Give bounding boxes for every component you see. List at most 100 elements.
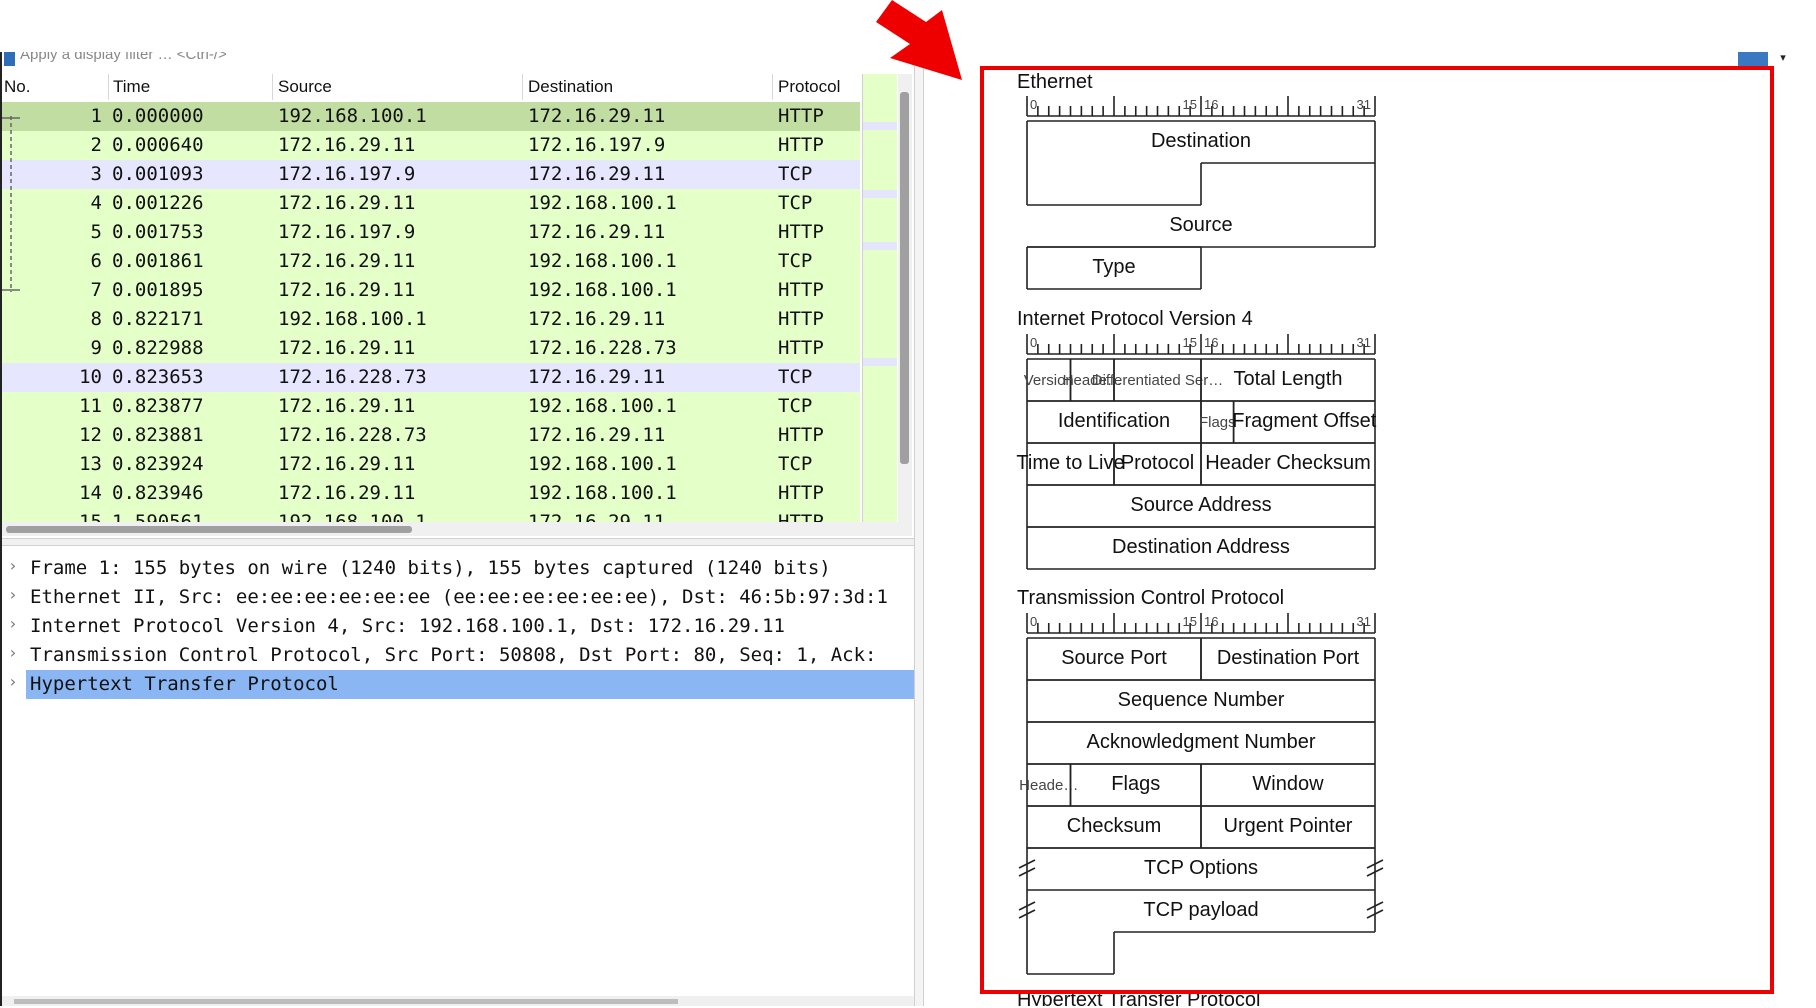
packet-destination: 192.168.100.1 — [528, 453, 677, 475]
packet-protocol: TCP — [778, 453, 813, 475]
packet-source: 192.168.100.1 — [278, 105, 427, 127]
packet-source: 172.16.29.11 — [278, 337, 416, 359]
packet-protocol: HTTP — [778, 279, 824, 301]
packet-time: 0.001226 — [112, 192, 204, 214]
packet-protocol: HTTP — [778, 482, 824, 504]
packet-source: 172.16.228.73 — [278, 366, 427, 388]
table-row[interactable]: 7 0.001895 172.16.29.11 192.168.100.1 HTTP — [2, 276, 860, 305]
chevron-right-icon[interactable]: › — [8, 672, 18, 691]
table-row[interactable]: 1 0.000000 192.168.100.1 172.16.29.11 HTTP — [2, 102, 860, 131]
packet-no: 13 — [79, 453, 102, 475]
packet-destination: 172.16.29.11 — [528, 366, 666, 388]
packet-source: 172.16.228.73 — [278, 424, 427, 446]
packet-time: 1.590561 — [112, 511, 204, 522]
packet-details-tree[interactable]: › Frame 1: 155 bytes on wire (1240 bits),… — [2, 548, 914, 998]
packet-time: 0.001753 — [112, 221, 204, 243]
packet-protocol: TCP — [778, 192, 813, 214]
tree-item-label: Internet Protocol Version 4, Src: 192.16… — [30, 615, 785, 637]
packet-no: 9 — [90, 337, 102, 359]
chevron-down-icon[interactable]: ▾ — [1776, 52, 1790, 66]
packet-destination: 192.168.100.1 — [528, 192, 677, 214]
packet-destination: 172.16.29.11 — [528, 511, 666, 522]
packet-protocol: TCP — [778, 163, 813, 185]
column-no[interactable]: No. — [4, 77, 30, 97]
packet-list-minimap[interactable] — [862, 74, 897, 522]
highlight-box — [980, 66, 1774, 994]
table-row[interactable]: 11 0.823877 172.16.29.11 192.168.100.1 TCP — [2, 392, 860, 421]
packet-protocol: TCP — [778, 395, 813, 417]
table-row[interactable]: 4 0.001226 172.16.29.11 192.168.100.1 TCP — [2, 189, 860, 218]
packet-list-header: No. Time Source Destination Protocol — [2, 72, 872, 102]
packet-no: 14 — [79, 482, 102, 504]
table-row[interactable]: 12 0.823881 172.16.228.73 172.16.29.11 HTTP — [2, 421, 860, 450]
table-row[interactable]: 9 0.822988 172.16.29.11 172.16.228.73 HTTP — [2, 334, 860, 363]
packet-no: 10 — [79, 366, 102, 388]
table-row[interactable]: 13 0.823924 172.16.29.11 192.168.100.1 TCP — [2, 450, 860, 479]
packet-destination: 172.16.197.9 — [528, 134, 666, 156]
packet-destination: 172.16.228.73 — [528, 337, 677, 359]
pane-splitter-vertical[interactable] — [914, 66, 924, 1006]
table-row[interactable]: 6 0.001861 172.16.29.11 192.168.100.1 TCP — [2, 247, 860, 276]
display-filter-input[interactable]: Apply a display filter … <Ctrl-/> — [20, 52, 227, 63]
tree-item[interactable]: › Internet Protocol Version 4, Src: 192.1… — [2, 612, 914, 641]
chevron-right-icon[interactable]: › — [8, 585, 18, 604]
table-row[interactable]: 10 0.823653 172.16.228.73 172.16.29.11 TCP — [2, 363, 860, 392]
column-destination[interactable]: Destination — [528, 77, 613, 97]
packet-destination: 192.168.100.1 — [528, 395, 677, 417]
packet-source: 172.16.29.11 — [278, 453, 416, 475]
column-protocol[interactable]: Protocol — [778, 77, 840, 97]
packet-time: 0.822171 — [112, 308, 204, 330]
table-row[interactable]: 3 0.001093 172.16.197.9 172.16.29.11 TCP — [2, 160, 860, 189]
table-row[interactable]: 15 1.590561 192.168.100.1 172.16.29.11 HTTP — [2, 508, 860, 522]
table-row[interactable]: 14 0.823946 172.16.29.11 192.168.100.1 HTTP — [2, 479, 860, 508]
packet-time: 0.001093 — [112, 163, 204, 185]
packet-destination: 172.16.29.11 — [528, 105, 666, 127]
packet-source: 172.16.29.11 — [278, 250, 416, 272]
packet-time: 0.823946 — [112, 482, 204, 504]
chevron-right-icon[interactable]: › — [8, 556, 18, 575]
packet-destination: 192.168.100.1 — [528, 482, 677, 504]
packet-time: 0.822988 — [112, 337, 204, 359]
pane-splitter-horizontal[interactable] — [2, 538, 914, 546]
tree-item[interactable]: › Hypertext Transfer Protocol — [2, 670, 914, 699]
table-row[interactable]: 5 0.001753 172.16.197.9 172.16.29.11 HTTP — [2, 218, 860, 247]
packet-time: 0.001861 — [112, 250, 204, 272]
packet-destination: 172.16.29.11 — [528, 424, 666, 446]
packet-protocol: TCP — [778, 250, 813, 272]
packet-no: 12 — [79, 424, 102, 446]
tree-item-label: Ethernet II, Src: ee:ee:ee:ee:ee:ee (ee:… — [30, 586, 888, 608]
packet-protocol: HTTP — [778, 105, 824, 127]
tree-item-label: Transmission Control Protocol, Src Port:… — [30, 644, 877, 666]
chevron-right-icon[interactable]: › — [8, 614, 18, 633]
column-source[interactable]: Source — [278, 77, 332, 97]
packet-destination: 172.16.29.11 — [528, 221, 666, 243]
packet-destination: 172.16.29.11 — [528, 308, 666, 330]
tree-item-label: Hypertext Transfer Protocol — [30, 673, 339, 695]
packet-time: 0.001895 — [112, 279, 204, 301]
packet-destination: 192.168.100.1 — [528, 250, 677, 272]
packet-source: 172.16.197.9 — [278, 221, 416, 243]
bookmark-icon[interactable] — [4, 52, 15, 66]
packet-no: 8 — [90, 308, 102, 330]
packet-time: 0.000640 — [112, 134, 204, 156]
packet-list-horizontal-scroll-thumb[interactable] — [6, 526, 412, 533]
table-row[interactable]: 8 0.822171 192.168.100.1 172.16.29.11 HTTP — [2, 305, 860, 334]
apply-filter-arrow-icon[interactable] — [1738, 52, 1768, 66]
packet-destination: 192.168.100.1 — [528, 279, 677, 301]
chevron-right-icon[interactable]: › — [8, 643, 18, 662]
table-row[interactable]: 2 0.000640 172.16.29.11 172.16.197.9 HTTP — [2, 131, 860, 160]
packet-time: 0.823877 — [112, 395, 204, 417]
details-horizontal-scroll-thumb[interactable] — [14, 999, 678, 1004]
packet-list[interactable]: 1 0.000000 192.168.100.1 172.16.29.11 HTTP 2 0… — [2, 102, 860, 522]
related-packets-indicator — [2, 116, 20, 292]
packet-source: 172.16.29.11 — [278, 482, 416, 504]
packet-source: 172.16.29.11 — [278, 395, 416, 417]
packet-protocol: HTTP — [778, 308, 824, 330]
tree-item[interactable]: › Ethernet II, Src: ee:ee:ee:ee:ee:ee (ee… — [2, 583, 914, 612]
tree-item[interactable]: › Frame 1: 155 bytes on wire (1240 bits),… — [2, 554, 914, 583]
packet-protocol: HTTP — [778, 424, 824, 446]
packet-protocol: HTTP — [778, 337, 824, 359]
tree-item[interactable]: › Transmission Control Protocol, Src Port… — [2, 641, 914, 670]
column-time[interactable]: Time — [113, 77, 150, 97]
packet-list-vertical-scroll-thumb[interactable] — [900, 92, 909, 464]
